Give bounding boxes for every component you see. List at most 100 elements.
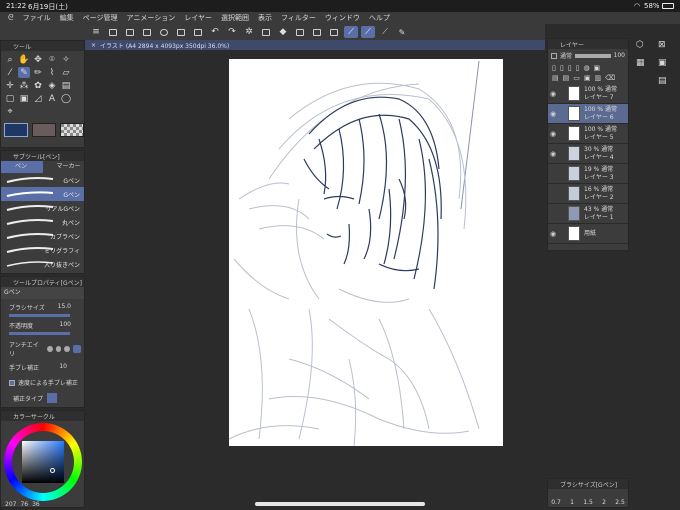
menu-edit[interactable]: 編集	[60, 13, 74, 23]
menu-page[interactable]: ページ管理	[83, 13, 118, 23]
decoration-tool-icon[interactable]: ✿	[32, 80, 44, 91]
hand-tool-icon[interactable]: ✋	[18, 54, 30, 65]
close-tab-icon[interactable]: ×	[91, 42, 96, 49]
correction-type-icon[interactable]	[47, 393, 58, 403]
zoom-icon[interactable]	[157, 26, 171, 38]
crop-icon[interactable]	[293, 26, 307, 38]
snap-ruler-icon[interactable]: ⟋	[344, 26, 358, 38]
eraser-tool-icon[interactable]: ▱	[60, 67, 72, 78]
undo-icon[interactable]: ↶	[208, 26, 222, 38]
visibility-eye-icon[interactable]: ◉	[548, 130, 558, 138]
document-tab[interactable]: × イラスト (A4 2894 x 4093px 350dpi 36.0%)	[85, 40, 545, 50]
layer-opacity-value[interactable]: 100	[614, 52, 625, 59]
material-icon[interactable]: ⬡	[636, 40, 644, 50]
brush-item[interactable]: リアルGペン	[1, 201, 84, 215]
brush-item-selected[interactable]: Gペン	[1, 187, 84, 201]
frame-tool-icon[interactable]: ▣	[18, 93, 30, 104]
text-tool-icon[interactable]: A	[46, 93, 58, 104]
ref-layer-icon[interactable]: ▯	[560, 64, 564, 72]
zoom-tool-icon[interactable]: ⌕	[4, 54, 16, 65]
saturation-value-square[interactable]	[22, 441, 64, 483]
ruler-tool-icon[interactable]: ◿	[32, 93, 44, 104]
color-layer-icon[interactable]: ▣	[594, 64, 601, 72]
brush-size-option[interactable]: 2.5	[612, 499, 628, 506]
lasso-tool-icon[interactable]: ⌾	[46, 54, 58, 65]
layer-row[interactable]: ◉ 用紙	[548, 224, 628, 244]
new-file-icon[interactable]	[106, 26, 120, 38]
menu-file[interactable]: ファイル	[23, 13, 51, 23]
layer-row[interactable]: 16 % 通常 レイヤー 2	[548, 184, 628, 204]
brush-item[interactable]: 丸ペン	[1, 215, 84, 229]
folder-icon[interactable]: ▭	[573, 74, 580, 82]
settings-icon[interactable]: ✲	[242, 26, 256, 38]
airbrush-tool-icon[interactable]: ⁂	[18, 80, 30, 91]
eyedropper-tool-icon[interactable]: ⁄	[4, 67, 16, 78]
antialias-none-icon[interactable]	[46, 346, 53, 352]
snap-grid-icon[interactable]: ⟋	[378, 26, 392, 38]
antialias-strong-icon[interactable]	[73, 345, 81, 353]
brush-size-option[interactable]: 1	[564, 499, 580, 506]
visibility-eye-icon[interactable]: ◉	[548, 230, 558, 238]
figure-tool-icon[interactable]: ▢	[4, 93, 16, 104]
menu-view[interactable]: 表示	[258, 13, 272, 23]
clear-icon[interactable]	[259, 26, 273, 38]
speed-stab-checkbox[interactable]	[9, 379, 15, 386]
menu-selection[interactable]: 選択範囲	[221, 13, 249, 23]
tab-pen[interactable]: ペン	[1, 161, 43, 173]
layer-property-icon[interactable]: ▦	[636, 58, 645, 68]
draft-layer-icon[interactable]: ▯	[568, 64, 572, 72]
history-icon[interactable]: ▤	[658, 76, 667, 86]
antialias-medium-icon[interactable]	[64, 346, 71, 352]
layer-row[interactable]: 43 % 通常 レイヤー 1	[548, 204, 628, 224]
main-color-swatch[interactable]	[4, 123, 28, 137]
visibility-eye-icon[interactable]: ◉	[548, 150, 558, 158]
menu-layer[interactable]: レイヤー	[184, 13, 212, 23]
move-tool-icon[interactable]: ✥	[32, 54, 44, 65]
wand-tool-icon[interactable]: ✧	[60, 54, 72, 65]
brush-size-option[interactable]: 1.5	[580, 499, 596, 506]
brush-size-value[interactable]: 15.0	[58, 303, 71, 312]
brush-item[interactable]: カブラペン	[1, 229, 84, 243]
ruler-icon[interactable]	[310, 26, 324, 38]
save-icon[interactable]	[140, 26, 154, 38]
clip-icon[interactable]	[551, 52, 557, 59]
redo-icon[interactable]: ↷	[225, 26, 239, 38]
brush-size-option[interactable]: 2	[596, 499, 612, 506]
stabilization-value[interactable]: 10	[59, 363, 67, 372]
blend-mode-select[interactable]: 通常	[560, 51, 572, 60]
pencil-tool-icon[interactable]: ✏	[32, 67, 44, 78]
menu-toggle-icon[interactable]: ≡	[89, 26, 103, 38]
fill-icon[interactable]: ◆	[276, 26, 290, 38]
opacity-value[interactable]: 100	[60, 321, 71, 330]
menu-filter[interactable]: フィルター	[281, 13, 316, 23]
fill-tool-icon[interactable]: ◈	[46, 80, 58, 91]
layer-row[interactable]: ◉ 30 % 通常 レイヤー 4	[548, 144, 628, 164]
menu-window[interactable]: ウィンドウ	[325, 13, 360, 23]
visibility-eye-icon[interactable]: ◉	[548, 110, 558, 118]
menu-animation[interactable]: アニメーション	[127, 13, 176, 23]
mask-icon[interactable]: ▯	[576, 64, 580, 72]
brush-tool-icon[interactable]: ⌇	[46, 67, 58, 78]
transparent-color-swatch[interactable]	[60, 123, 84, 137]
new-layer-icon[interactable]: ▤	[552, 74, 559, 82]
navigator-icon[interactable]: ⊠	[658, 40, 666, 50]
brush-item[interactable]: 入り抜きペン	[1, 257, 84, 271]
layer-row[interactable]: ◉ 100 % 通常 レイヤー 7	[548, 84, 628, 104]
lock-icon[interactable]: ▯	[552, 64, 556, 72]
snap-icon[interactable]	[327, 26, 341, 38]
menu-help[interactable]: ヘルプ	[369, 13, 390, 23]
open-file-icon[interactable]	[123, 26, 137, 38]
layer-row[interactable]: ◉ 100 % 通常 レイヤー 5	[548, 124, 628, 144]
merge-icon[interactable]: ▣	[584, 74, 591, 82]
copy-icon[interactable]	[174, 26, 188, 38]
snap-special-ruler-icon[interactable]: ⟋	[361, 26, 375, 38]
color-picker-cursor[interactable]	[50, 468, 55, 473]
visibility-eye-icon[interactable]: ◉	[548, 90, 558, 98]
transform-icon[interactable]	[191, 26, 205, 38]
drawing-paper[interactable]	[229, 59, 503, 446]
tab-marker[interactable]: マーカー	[43, 161, 85, 173]
layer-row[interactable]: 19 % 通常 レイヤー 3	[548, 164, 628, 184]
correct-line-tool-icon[interactable]: ⌖	[4, 106, 16, 117]
delete-layer-icon[interactable]: ⌫	[605, 74, 615, 82]
balloon-tool-icon[interactable]: ◯	[60, 93, 72, 104]
